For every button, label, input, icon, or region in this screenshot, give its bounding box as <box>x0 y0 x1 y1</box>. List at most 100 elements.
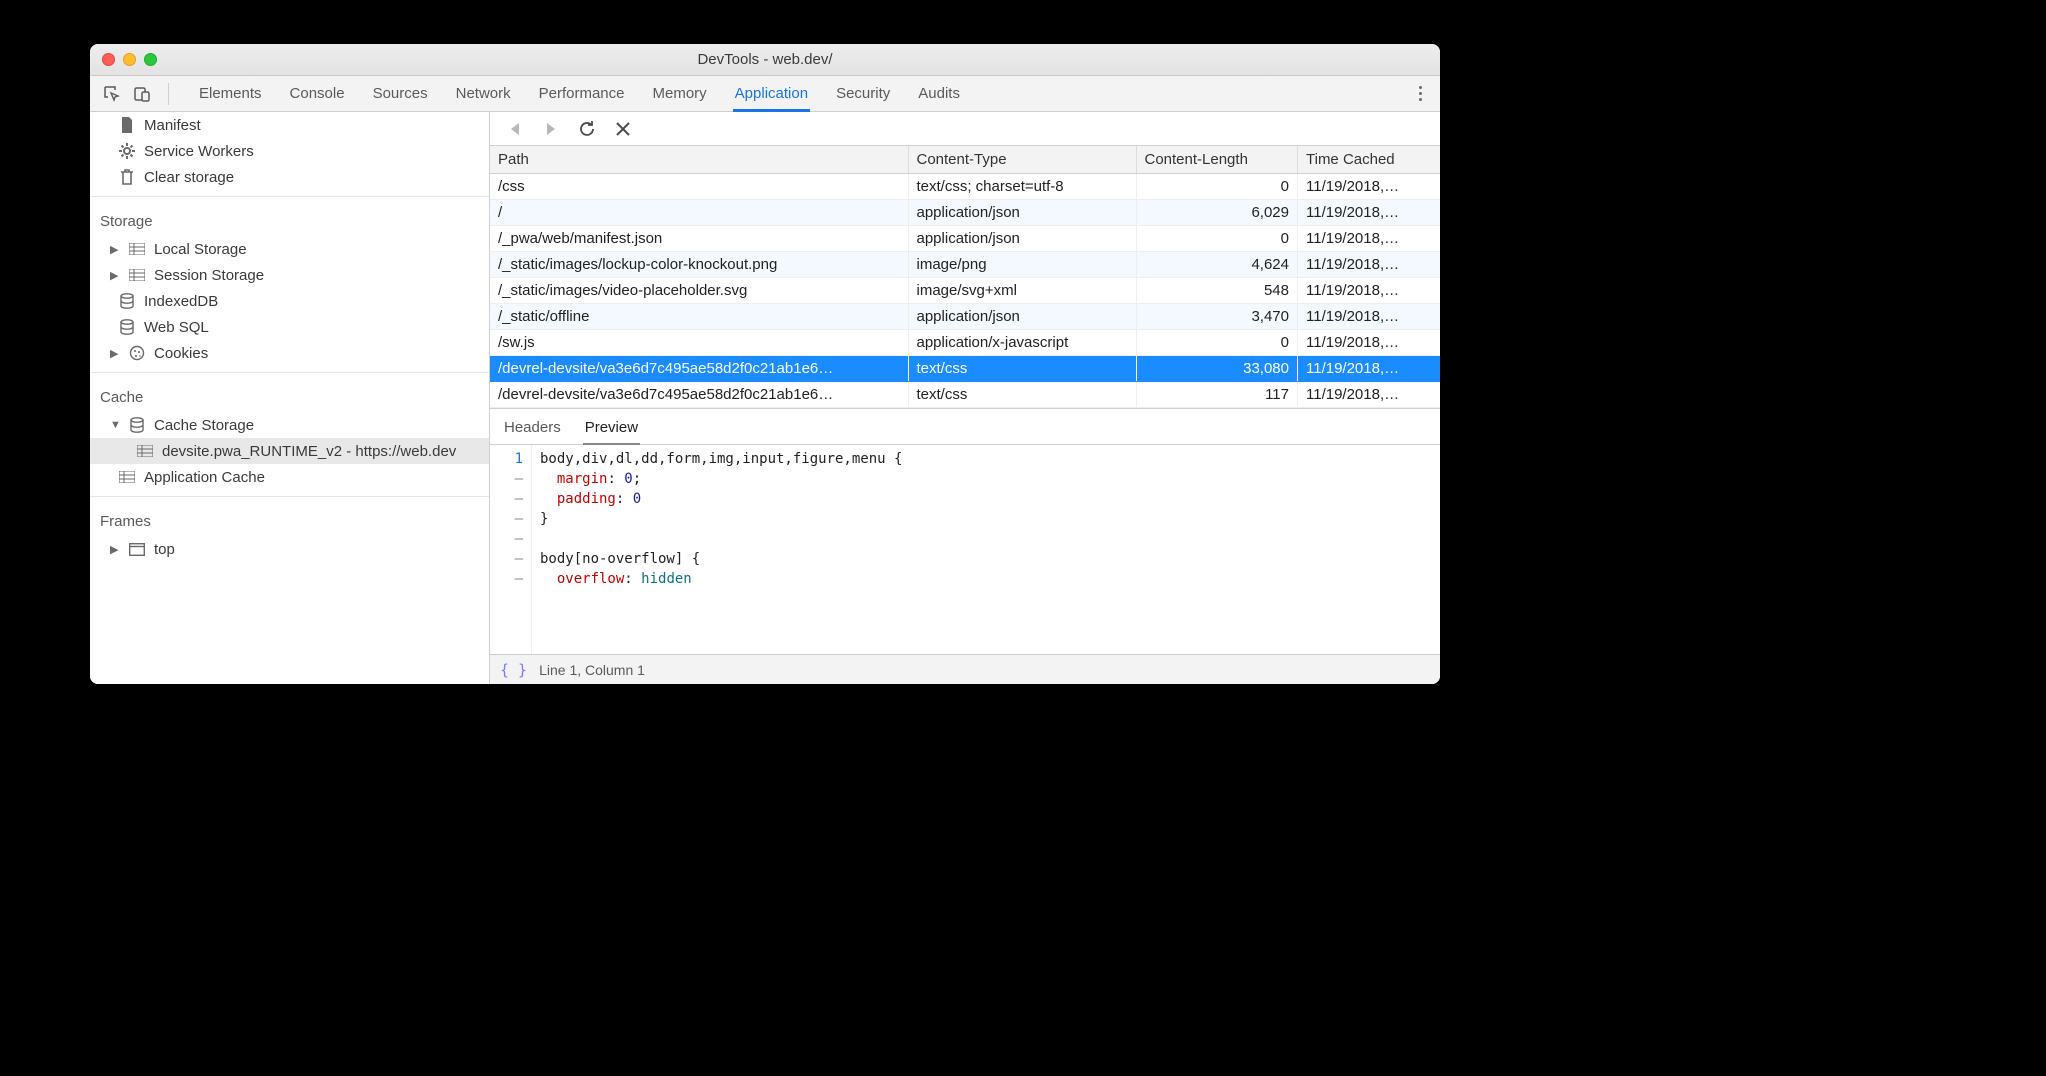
chevron-right-icon: ▶ <box>110 347 120 360</box>
col-path[interactable]: Path <box>490 146 908 174</box>
cell-path: /_static/offline <box>490 304 908 330</box>
cache-section-head: Cache <box>90 379 489 412</box>
chevron-right-icon: ▶ <box>110 543 120 556</box>
grid-icon <box>128 266 146 284</box>
cell-type: application/json <box>908 200 1136 226</box>
panel-tabs: Elements Console Sources Network Perform… <box>90 76 1440 112</box>
database-icon <box>118 292 136 310</box>
cell-type: text/css <box>908 356 1136 382</box>
table-row[interactable]: /devrel-devsite/va3e6d7c495ae58d2f0c21ab… <box>490 382 1440 408</box>
gear-icon <box>118 142 136 160</box>
cookie-icon <box>128 344 146 362</box>
main-panel: Path Content-Type Content-Length Time Ca… <box>490 112 1440 684</box>
tab-sources[interactable]: Sources <box>373 78 428 109</box>
file-icon <box>118 116 136 134</box>
frames-section-head: Frames <box>90 503 489 536</box>
device-toolbar-icon[interactable] <box>130 82 154 106</box>
table-row[interactable]: /devrel-devsite/va3e6d7c495ae58d2f0c21ab… <box>490 356 1440 382</box>
nav-back-icon[interactable] <box>506 120 524 138</box>
cell-time: 11/19/2018,… <box>1298 382 1441 408</box>
table-row[interactable]: /_static/images/lockup-color-knockout.pn… <box>490 252 1440 278</box>
cell-length: 33,080 <box>1136 356 1298 382</box>
tab-application[interactable]: Application <box>735 78 808 109</box>
format-icon[interactable]: { } <box>500 661 527 679</box>
cell-time: 11/19/2018,… <box>1298 200 1441 226</box>
status-bar: { } Line 1, Column 1 <box>490 654 1440 684</box>
sidebar-item-clear-storage[interactable]: Clear storage <box>90 164 489 190</box>
cell-time: 11/19/2018,… <box>1298 330 1441 356</box>
table-row[interactable]: /csstext/css; charset=utf-8011/19/2018,… <box>490 174 1440 200</box>
table-row[interactable]: /_static/offlineapplication/json3,47011/… <box>490 304 1440 330</box>
maximize-window-button[interactable] <box>144 53 157 66</box>
cache-table: Path Content-Type Content-Length Time Ca… <box>490 146 1440 409</box>
tab-elements[interactable]: Elements <box>199 78 262 109</box>
tabs-list: Elements Console Sources Network Perform… <box>199 78 960 109</box>
table-row[interactable]: /sw.jsapplication/x-javascript011/19/201… <box>490 330 1440 356</box>
cell-path: /devrel-devsite/va3e6d7c495ae58d2f0c21ab… <box>490 356 908 382</box>
tab-network[interactable]: Network <box>456 78 511 109</box>
sidebar-item-session-storage[interactable]: ▶ Session Storage <box>90 262 489 288</box>
cell-type: application/json <box>908 226 1136 252</box>
sidebar-item-local-storage[interactable]: ▶ Local Storage <box>90 236 489 262</box>
nav-forward-icon[interactable] <box>542 120 560 138</box>
application-sidebar: Manifest Service Workers Clear storage S… <box>90 112 490 684</box>
tab-preview[interactable]: Preview <box>585 415 638 444</box>
sidebar-item-cache-storage[interactable]: ▼ Cache Storage <box>90 412 489 438</box>
cell-time: 11/19/2018,… <box>1298 356 1441 382</box>
cursor-position: Line 1, Column 1 <box>539 662 645 678</box>
cell-type: text/css; charset=utf-8 <box>908 174 1136 200</box>
table-row[interactable]: /_static/images/video-placeholder.svgima… <box>490 278 1440 304</box>
cell-path: /_static/images/lockup-color-knockout.pn… <box>490 252 908 278</box>
cell-length: 4,624 <box>1136 252 1298 278</box>
devtools-window: DevTools - web.dev/ Elements Console Sou… <box>90 44 1440 684</box>
traffic-lights <box>90 53 157 66</box>
tab-performance[interactable]: Performance <box>539 78 625 109</box>
grid-icon <box>118 468 136 486</box>
table-row[interactable]: /_pwa/web/manifest.jsonapplication/json0… <box>490 226 1440 252</box>
tab-security[interactable]: Security <box>836 78 890 109</box>
table-header-row: Path Content-Type Content-Length Time Ca… <box>490 146 1440 174</box>
response-tabs: Headers Preview <box>490 409 1440 445</box>
cell-path: /devrel-devsite/va3e6d7c495ae58d2f0c21ab… <box>490 382 908 408</box>
col-time-cached[interactable]: Time Cached <box>1298 146 1441 174</box>
tab-memory[interactable]: Memory <box>653 78 707 109</box>
storage-section-head: Storage <box>90 203 489 236</box>
sidebar-item-top-frame[interactable]: ▶ top <box>90 536 489 562</box>
col-content-length[interactable]: Content-Length <box>1136 146 1298 174</box>
database-icon <box>128 416 146 434</box>
sidebar-item-cache-entry[interactable]: devsite.pwa_RUNTIME_v2 - https://web.dev <box>90 438 489 464</box>
cell-type: application/json <box>908 304 1136 330</box>
more-options-icon[interactable] <box>1410 86 1430 101</box>
tab-audits[interactable]: Audits <box>918 78 960 109</box>
cell-type: text/css <box>908 382 1136 408</box>
tab-headers[interactable]: Headers <box>504 415 561 444</box>
sidebar-item-websql[interactable]: Web SQL <box>90 314 489 340</box>
body: Manifest Service Workers Clear storage S… <box>90 112 1440 684</box>
tab-console[interactable]: Console <box>290 78 345 109</box>
grid-icon <box>136 442 154 460</box>
separator <box>168 83 169 105</box>
refresh-icon[interactable] <box>578 120 596 138</box>
sidebar-item-manifest[interactable]: Manifest <box>90 112 489 138</box>
col-content-type[interactable]: Content-Type <box>908 146 1136 174</box>
cell-time: 11/19/2018,… <box>1298 304 1441 330</box>
cell-time: 11/19/2018,… <box>1298 252 1441 278</box>
sidebar-item-cookies[interactable]: ▶ Cookies <box>90 340 489 366</box>
delete-icon[interactable] <box>614 120 632 138</box>
chevron-right-icon: ▶ <box>110 269 120 282</box>
titlebar: DevTools - web.dev/ <box>90 44 1440 76</box>
sidebar-item-application-cache[interactable]: Application Cache <box>90 464 489 490</box>
code-preview[interactable]: 1–––––– body,div,dl,dd,form,img,input,fi… <box>490 445 1440 654</box>
close-window-button[interactable] <box>102 53 115 66</box>
cell-time: 11/19/2018,… <box>1298 226 1441 252</box>
cell-time: 11/19/2018,… <box>1298 278 1441 304</box>
cell-length: 117 <box>1136 382 1298 408</box>
minimize-window-button[interactable] <box>123 53 136 66</box>
sidebar-item-indexeddb[interactable]: IndexedDB <box>90 288 489 314</box>
sidebar-item-service-workers[interactable]: Service Workers <box>90 138 489 164</box>
cell-path: / <box>490 200 908 226</box>
inspect-element-icon[interactable] <box>100 82 124 106</box>
frame-icon <box>128 540 146 558</box>
table-row[interactable]: /application/json6,02911/19/2018,… <box>490 200 1440 226</box>
cell-time: 11/19/2018,… <box>1298 174 1441 200</box>
